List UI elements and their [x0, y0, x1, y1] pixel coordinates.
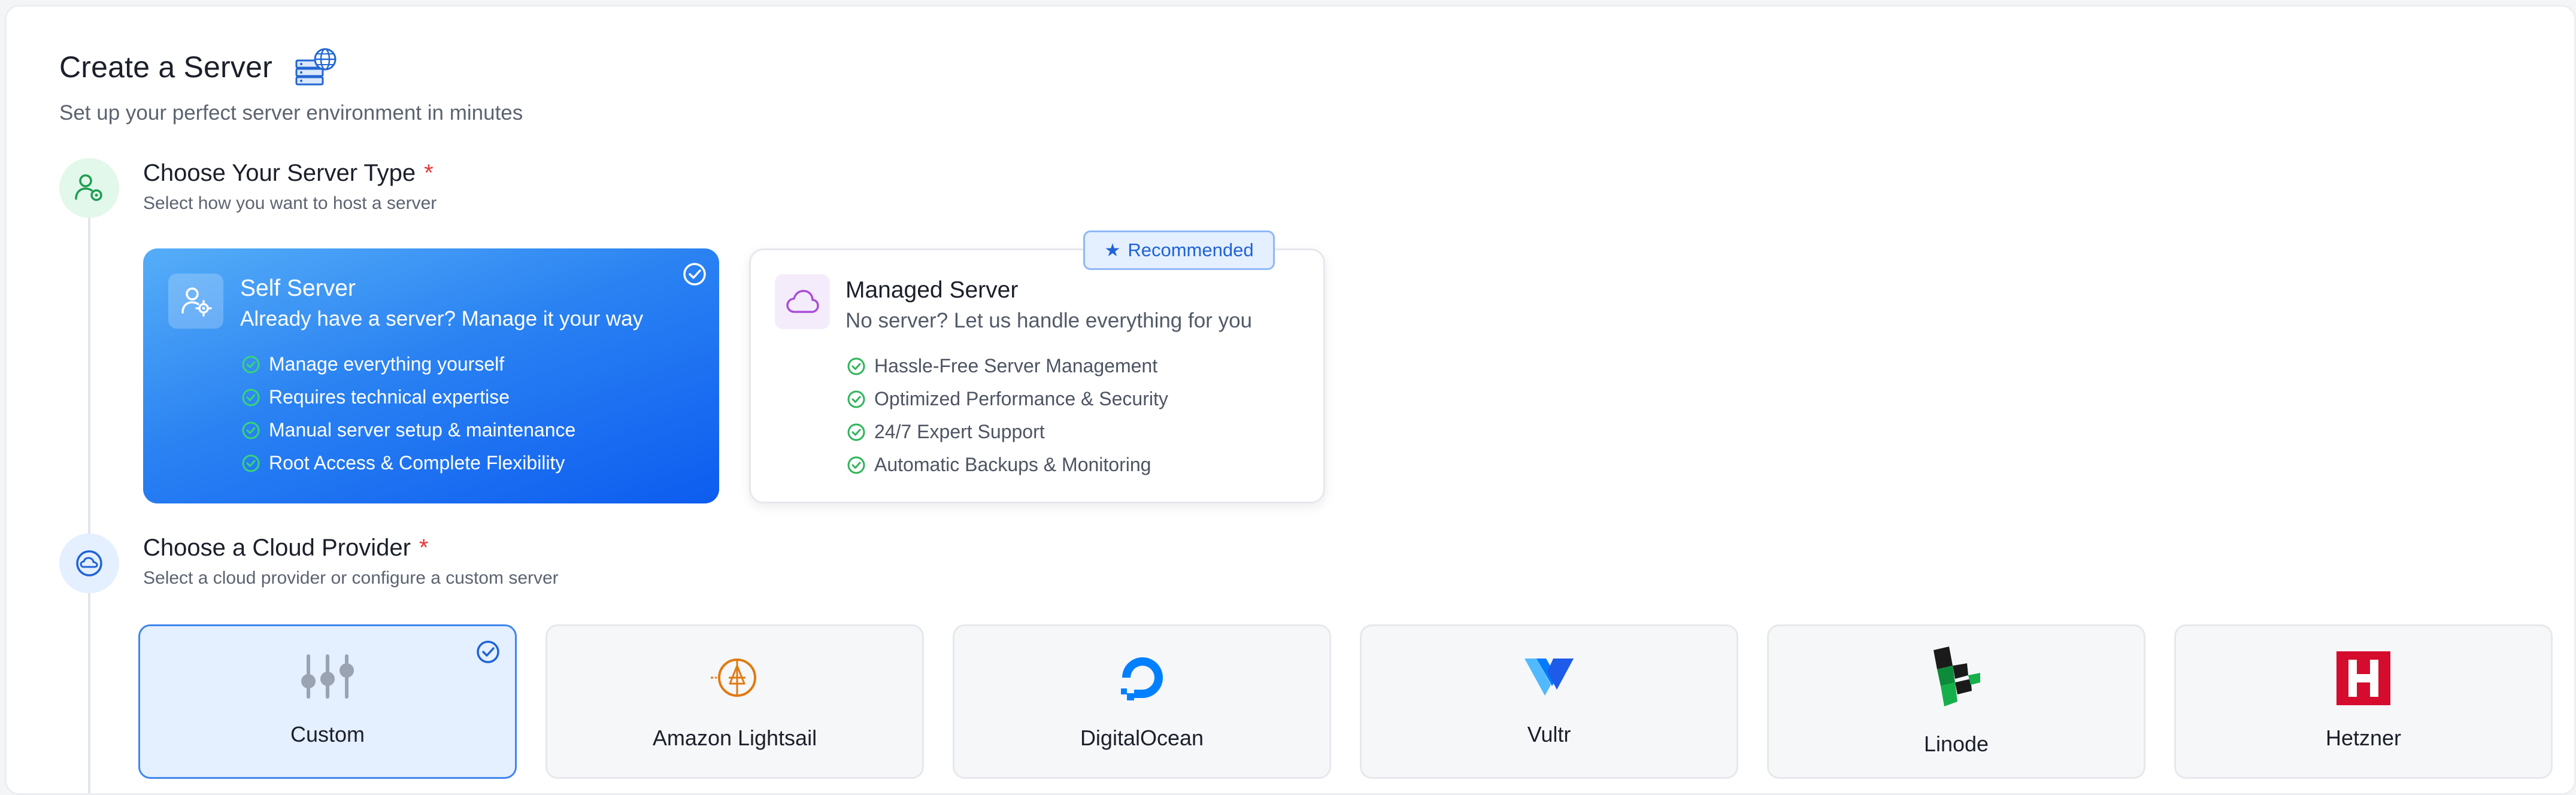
self-server-icon-box [168, 274, 223, 329]
check-circle-icon [242, 356, 260, 373]
user-gear-icon [181, 287, 212, 317]
managed-server-tagline: No server? Let us handle everything for … [845, 309, 1252, 332]
check-circle-icon [847, 357, 865, 375]
required-asterisk: * [424, 160, 434, 186]
provider-hetzner[interactable]: Hetzner [2174, 624, 2553, 779]
page-title: Create a Server [59, 50, 272, 84]
provider-linode[interactable]: Linode [1767, 624, 2145, 779]
provider-custom[interactable]: Custom [138, 624, 517, 779]
feature-item: Manual server setup & maintenance [240, 414, 575, 447]
provider-label: Vultr [1527, 722, 1571, 747]
feature-item: Hassle-Free Server Management [845, 350, 1168, 383]
step-connector-line [88, 216, 90, 793]
feature-item: Root Access & Complete Flexibility [240, 447, 575, 480]
self-server-card[interactable]: Self Server Already have a server? Manag… [143, 248, 719, 503]
check-circle-icon [847, 456, 865, 474]
check-circle-icon [847, 390, 865, 408]
digitalocean-logo [1121, 657, 1163, 700]
step-server-type-indicator [59, 158, 119, 218]
required-asterisk: * [419, 535, 429, 561]
page-subtitle: Set up your perfect server environment i… [59, 101, 523, 125]
sliders-icon [301, 654, 354, 699]
user-settings-icon [75, 174, 102, 201]
provider-label: Hetzner [2325, 726, 2402, 750]
cloud-icon [786, 290, 819, 313]
cloud-circle-icon [76, 550, 102, 576]
provider-amazon-lightsail[interactable]: Amazon Lightsail [545, 624, 924, 779]
feature-item: Automatic Backups & Monitoring [845, 448, 1168, 481]
feature-item: Requires technical expertise [240, 381, 575, 414]
provider-label: Custom [290, 722, 365, 747]
self-server-tagline: Already have a server? Manage it your wa… [240, 307, 644, 330]
check-circle-icon [242, 454, 260, 472]
cloud-provider-title: Choose a Cloud Provider * [143, 535, 429, 561]
hetzner-logo [2336, 651, 2390, 705]
check-circle-icon [847, 423, 865, 441]
server-globe-icon [295, 48, 337, 86]
selected-check-icon [683, 263, 706, 286]
provider-label: DigitalOcean [1080, 726, 1204, 750]
provider-digitalocean[interactable]: DigitalOcean [953, 624, 1331, 779]
provider-label: Linode [1923, 732, 1989, 756]
feature-item: Manage everything yourself [240, 348, 575, 381]
create-server-panel: Create a Server Set up your perfect serv… [5, 5, 2576, 795]
provider-vultr[interactable]: Vultr [1360, 624, 1738, 779]
vultr-logo [1525, 659, 1574, 696]
server-type-description: Select how you want to host a server [143, 193, 437, 213]
check-circle-icon [242, 389, 260, 406]
step-cloud-provider-indicator [59, 533, 119, 593]
feature-item: 24/7 Expert Support [845, 415, 1168, 448]
server-type-title: Choose Your Server Type * [143, 160, 434, 186]
recommended-badge: ★ Recommended [1083, 230, 1275, 270]
lightsail-logo [711, 659, 756, 697]
provider-label: Amazon Lightsail [652, 726, 817, 750]
self-server-feature-list: Manage everything yourself Requires tech… [240, 348, 575, 480]
linode-logo [1933, 647, 1980, 706]
selected-check-icon [477, 641, 499, 663]
self-server-title: Self Server [240, 275, 356, 301]
feature-item: Optimized Performance & Security [845, 383, 1168, 415]
managed-server-icon-box [775, 274, 830, 329]
cloud-provider-description: Select a cloud provider or configure a c… [143, 568, 559, 588]
managed-server-title: Managed Server [845, 277, 1019, 303]
managed-server-card[interactable]: Managed Server No server? Let us handle … [749, 248, 1325, 503]
star-icon: ★ [1104, 240, 1121, 260]
managed-server-feature-list: Hassle-Free Server Management Optimized … [845, 350, 1168, 481]
check-circle-icon [242, 421, 260, 439]
